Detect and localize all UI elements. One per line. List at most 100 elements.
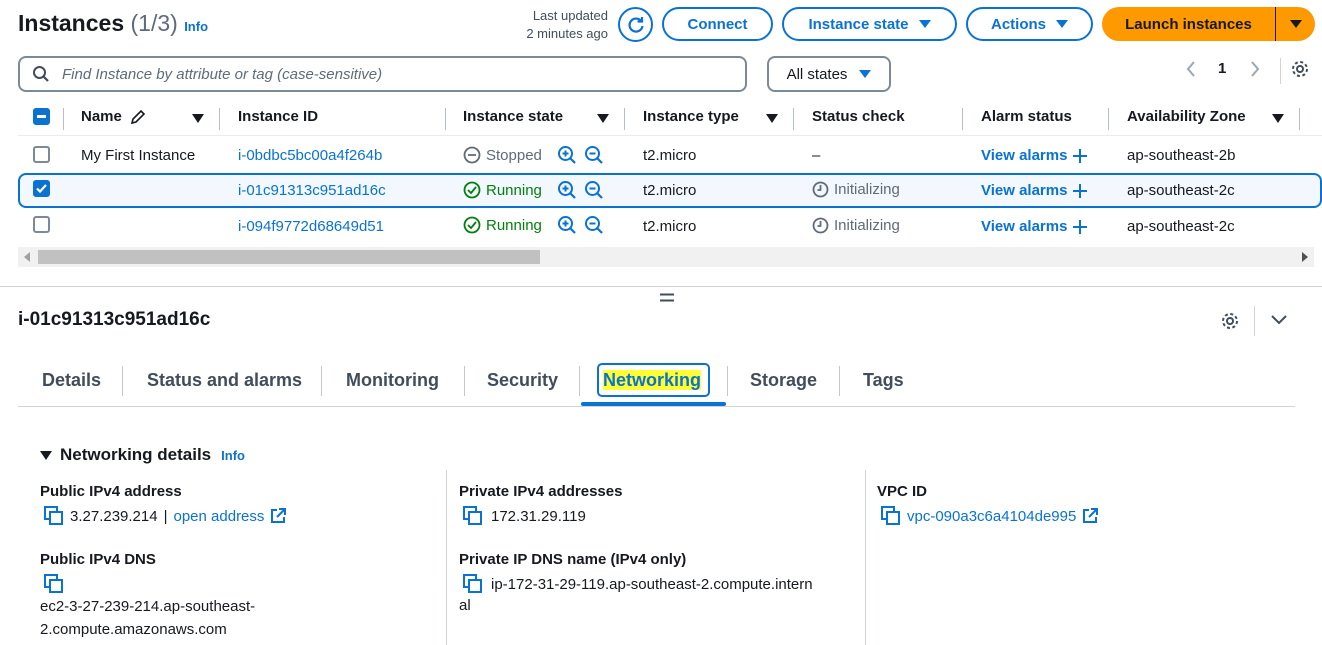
sort-caret-icon[interactable] — [766, 114, 778, 123]
zoom-in-icon[interactable] — [557, 180, 577, 200]
scroll-left-icon[interactable] — [24, 252, 30, 262]
instance-name[interactable]: My First Instance — [81, 147, 195, 164]
public-ipv4-separator: | — [163, 507, 168, 525]
instance-id-link[interactable]: i-01c91313c951ad16c — [238, 182, 386, 199]
column-divider — [446, 470, 447, 645]
select-all-checkbox[interactable] — [33, 108, 50, 125]
launch-instances-button[interactable]: Launch instances — [1102, 7, 1275, 41]
page-number[interactable]: 1 — [1218, 60, 1226, 77]
column-name-label: Name — [81, 108, 122, 125]
zoom-in-icon[interactable] — [557, 215, 577, 235]
copy-icon[interactable] — [44, 506, 64, 526]
column-separator — [1108, 108, 1109, 130]
horizontal-scrollbar[interactable] — [18, 247, 1314, 267]
public-ipv4-text: 3.27.239.214 — [70, 507, 158, 525]
instance-type: t2.micro — [643, 218, 697, 235]
external-link-icon[interactable] — [270, 508, 287, 524]
actions-button[interactable]: Actions — [966, 7, 1093, 41]
status-check-text: Initializing — [834, 217, 900, 234]
split-panel-divider — [0, 286, 1322, 287]
copy-icon[interactable] — [881, 506, 901, 526]
copy-icon[interactable] — [463, 506, 483, 526]
copy-icon[interactable] — [463, 574, 483, 594]
tab-monitoring[interactable]: Monitoring — [346, 370, 439, 391]
sort-caret-icon[interactable] — [1272, 114, 1284, 123]
active-tab-indicator — [581, 402, 726, 406]
scrollbar-thumb[interactable] — [38, 250, 540, 264]
view-alarms-link[interactable]: View alarms — [981, 182, 1088, 199]
section-title: Networking details — [60, 445, 212, 464]
drag-handle[interactable] — [660, 293, 674, 302]
table-settings-button[interactable] — [1290, 59, 1310, 79]
last-updated-time: 2 minutes ago — [526, 26, 608, 41]
refresh-button[interactable] — [618, 7, 653, 42]
info-link[interactable]: Info — [184, 19, 208, 34]
tab-separator — [579, 366, 580, 396]
open-address-link[interactable]: open address — [174, 508, 265, 525]
column-header-instance-type[interactable]: Instance type — [643, 108, 739, 125]
next-page-button[interactable] — [1248, 58, 1262, 80]
chevron-left-icon — [1186, 61, 1195, 77]
column-header-status-check[interactable]: Status check — [812, 108, 905, 125]
row-checkbox[interactable] — [33, 180, 50, 197]
column-separator — [1299, 108, 1300, 130]
collapse-panel-button[interactable] — [1270, 313, 1288, 327]
external-link-icon[interactable] — [1082, 508, 1099, 524]
tab-security[interactable]: Security — [487, 370, 558, 391]
zoom-out-icon[interactable] — [584, 180, 604, 200]
row-checkbox[interactable] — [33, 146, 50, 163]
instance-type: t2.micro — [643, 147, 697, 164]
panel-settings-button[interactable] — [1220, 311, 1240, 331]
tab-storage[interactable]: Storage — [750, 370, 817, 391]
tab-separator — [464, 366, 465, 396]
column-header-alarm-status[interactable]: Alarm status — [981, 108, 1072, 125]
column-header-instance-state[interactable]: Instance state — [463, 108, 563, 125]
tab-details[interactable]: Details — [42, 370, 101, 391]
scroll-right-icon[interactable] — [1302, 252, 1308, 262]
tab-networking[interactable]: Networking — [603, 370, 702, 391]
clock-icon — [812, 217, 829, 234]
instance-state-text: Stopped — [486, 146, 542, 164]
sort-caret-icon[interactable] — [597, 114, 609, 123]
tab-tags[interactable]: Tags — [863, 370, 904, 391]
instance-id-link[interactable]: i-0bdbc5bc00a4f264b — [238, 147, 382, 164]
search-input[interactable] — [60, 64, 700, 84]
tab-separator — [321, 366, 322, 396]
instance-state-cell: Running — [463, 181, 542, 199]
view-alarms-label: View alarms — [981, 147, 1068, 164]
drag-handle-icon — [660, 293, 674, 302]
column-header-instance-id[interactable]: Instance ID — [238, 108, 318, 125]
page-title: Instances (1/3) Info — [18, 10, 208, 37]
row-checkbox[interactable] — [33, 216, 50, 233]
tab-status-and-alarms[interactable]: Status and alarms — [147, 370, 302, 391]
zoom-in-icon[interactable] — [557, 145, 577, 165]
vpc-id-value: vpc-090a3c6a4104de995 — [881, 506, 1099, 526]
networking-details-header[interactable]: Networking details Info — [40, 445, 245, 465]
view-alarms-link[interactable]: View alarms — [981, 218, 1088, 235]
zoom-out-icon[interactable] — [584, 145, 604, 165]
states-select[interactable]: All states — [767, 56, 891, 92]
private-ipv4-label: Private IPv4 addresses — [459, 483, 623, 500]
connect-button[interactable]: Connect — [662, 7, 773, 41]
instance-state-button[interactable]: Instance state — [782, 7, 957, 41]
check-circle-icon — [463, 216, 481, 234]
expand-triangle-icon — [40, 450, 52, 460]
pencil-icon[interactable] — [130, 109, 146, 125]
vpc-id-label: VPC ID — [877, 483, 928, 500]
check-circle-icon — [463, 181, 481, 199]
zoom-out-icon[interactable] — [584, 215, 604, 235]
launch-dropdown-button[interactable] — [1275, 7, 1315, 41]
column-header-availability-zone[interactable]: Availability Zone — [1127, 108, 1246, 125]
section-info-link[interactable]: Info — [221, 448, 245, 463]
prev-page-button[interactable] — [1184, 58, 1198, 80]
stopped-icon — [463, 146, 481, 164]
instance-state-label: Instance state — [808, 15, 909, 33]
vpc-id-link[interactable]: vpc-090a3c6a4104de995 — [907, 508, 1076, 525]
instance-id-link[interactable]: i-094f9772d68649d51 — [238, 218, 384, 235]
sort-caret-icon[interactable] — [192, 114, 204, 123]
column-header-name[interactable]: Name — [81, 108, 122, 125]
copy-icon[interactable] — [44, 574, 64, 594]
launch-label: Launch instances — [1125, 15, 1252, 33]
indeterminate-icon — [37, 115, 46, 118]
view-alarms-link[interactable]: View alarms — [981, 147, 1088, 164]
